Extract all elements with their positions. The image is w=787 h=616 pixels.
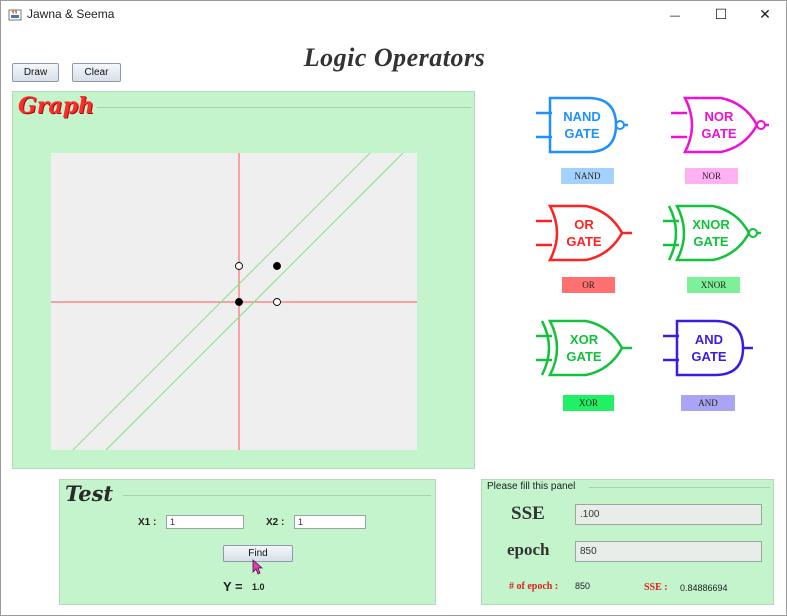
xnor-gate-line2: GATE: [693, 234, 728, 249]
and-gate-button[interactable]: AND: [681, 395, 735, 411]
close-button[interactable]: ✕: [742, 1, 787, 29]
and-gate-line2: GATE: [691, 349, 726, 364]
app-window: Jawna & Seema — ☐ ✕ Logic Operators Draw…: [0, 0, 787, 616]
test-panel-border: [123, 495, 431, 496]
filled-point: [273, 262, 281, 270]
maximize-icon: ☐: [714, 7, 728, 23]
and-gate-icon: AND GATE: [663, 319, 753, 377]
xnor-gate-button[interactable]: XNOR: [687, 277, 740, 293]
xor-gate-icon: XOR GATE: [536, 319, 632, 377]
close-icon: ✕: [759, 7, 771, 23]
minimize-icon: —: [669, 8, 681, 22]
graph-panel-title: Graph: [18, 93, 95, 119]
epoch-label: epoch: [507, 540, 550, 559]
x1-label: X1 :: [138, 517, 157, 528]
test-panel: [59, 479, 436, 605]
nor-gate-line1: NOR: [705, 109, 735, 124]
x2-input[interactable]: 1: [294, 515, 366, 529]
num-epoch-label: # of epoch :: [509, 581, 559, 592]
graph-canvas: [51, 153, 417, 450]
num-epoch-value: 850: [575, 581, 591, 591]
clear-button[interactable]: Clear: [72, 63, 121, 82]
draw-button[interactable]: Draw: [12, 63, 59, 82]
nand-gate-button[interactable]: NAND: [561, 168, 614, 184]
graph-panel-border: [97, 107, 471, 108]
nand-gate-line2: GATE: [564, 126, 599, 141]
y-label: Y =: [223, 579, 243, 594]
data-points: [235, 262, 281, 306]
x1-input[interactable]: 1: [166, 515, 244, 529]
or-gate-icon: OR GATE: [536, 204, 632, 262]
params-panel-border: [589, 487, 770, 488]
mouse-cursor-icon: [252, 559, 264, 575]
title-bar: Jawna & Seema — ☐ ✕: [1, 1, 786, 29]
nor-gate-button[interactable]: NOR: [685, 168, 738, 184]
nand-gate-icon: NAND GATE: [536, 96, 628, 154]
graph-plot-area: [51, 153, 417, 450]
minimize-button[interactable]: —: [652, 1, 698, 29]
xnor-gate-line1: XNOR: [692, 217, 730, 232]
hollow-point: [235, 262, 243, 270]
xor-gate-line2: GATE: [566, 349, 601, 364]
maximize-button[interactable]: ☐: [698, 1, 744, 29]
or-gate-line1: OR: [574, 217, 594, 232]
filled-point: [235, 298, 243, 306]
and-gate-line1: AND: [695, 332, 723, 347]
y-value: 1.0: [252, 582, 265, 592]
or-gate-line2: GATE: [566, 234, 601, 249]
nor-gate-line2: GATE: [701, 126, 736, 141]
sse-result-label: SSE :: [644, 582, 668, 593]
xnor-gate-icon: XNOR GATE: [663, 204, 761, 262]
x2-label: X2 :: [266, 517, 285, 528]
window-title: Jawna & Seema: [27, 7, 115, 21]
hollow-point: [273, 298, 281, 306]
xor-gate-button[interactable]: XOR: [563, 395, 614, 411]
nor-gate-icon: NOR GATE: [671, 96, 769, 154]
xor-gate-line1: XOR: [570, 332, 599, 347]
params-panel-title: Please fill this panel: [487, 481, 576, 492]
sse-result-value: 0.84886694: [680, 583, 728, 593]
test-panel-title: Test: [65, 481, 114, 506]
sse-input[interactable]: .100: [575, 504, 762, 525]
nand-gate-line1: NAND: [563, 109, 601, 124]
or-gate-button[interactable]: OR: [562, 277, 615, 293]
epoch-input[interactable]: 850: [575, 541, 762, 562]
sse-label: SSE: [511, 503, 545, 524]
java-app-icon: [8, 9, 22, 21]
